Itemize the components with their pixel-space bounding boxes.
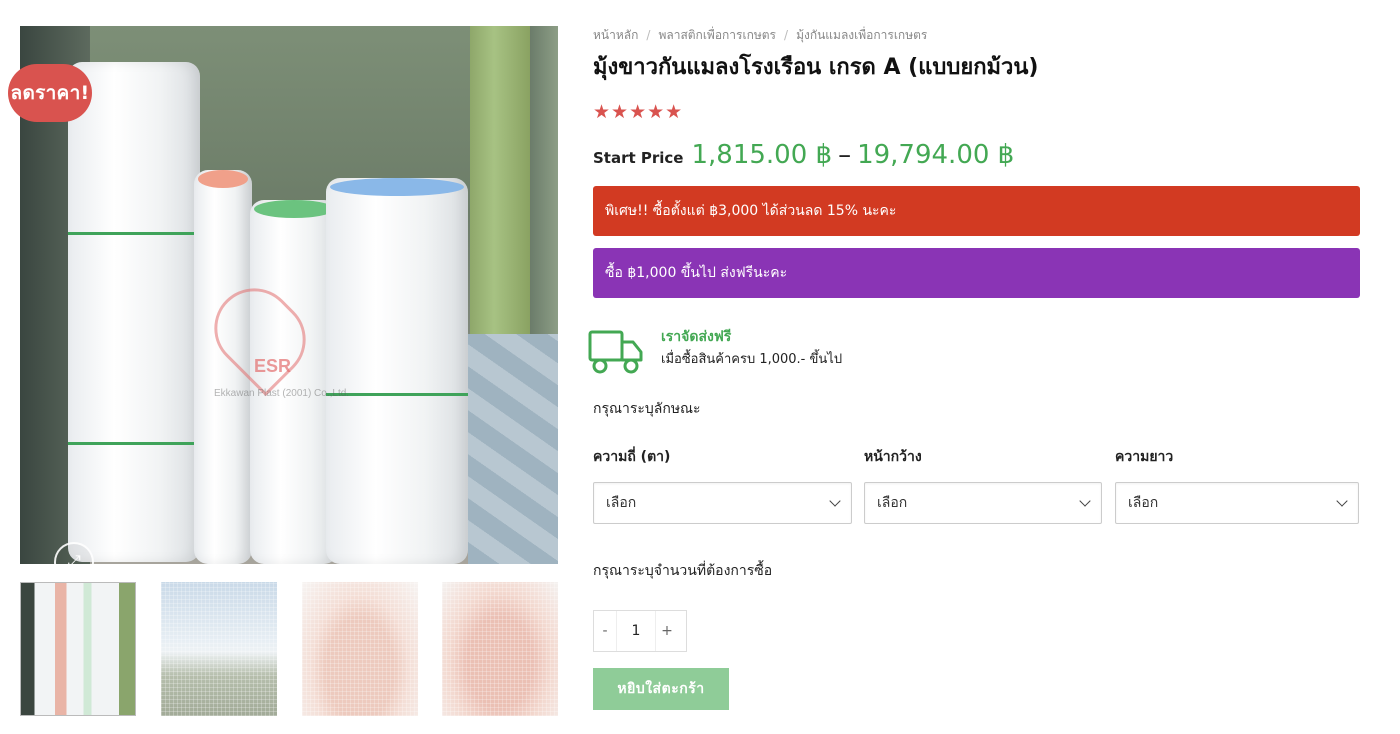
price-prefix: Start Price [593, 149, 684, 167]
quantity-stepper: - 1 + [593, 610, 687, 652]
add-to-cart-button[interactable]: หยิบใส่ตะกร้า [593, 668, 729, 710]
chevron-down-icon [1336, 495, 1348, 507]
price-max: 19,794.00 ฿ [857, 140, 1015, 170]
width-select[interactable]: เลือก [864, 482, 1102, 524]
breadcrumb-separator: / [784, 28, 789, 42]
rating-stars[interactable]: ★★★★★ [593, 102, 1360, 122]
width-label: หน้ากว้าง [864, 449, 922, 465]
breadcrumb-separator: / [646, 28, 651, 42]
quantity-minus-button[interactable]: - [594, 623, 616, 639]
breadcrumb-home[interactable]: หน้าหลัก [593, 26, 638, 45]
discount-promo-banner: พิเศษ!! ซื้อตั้งแต่ ฿3,000 ได้ส่วนลด 15%… [593, 186, 1360, 236]
roll-cap [254, 200, 334, 218]
quantity-input[interactable]: 1 [616, 611, 656, 651]
quantity-heading: กรุณาระบุจำนวนที่ต้องการซื้อ [593, 563, 773, 579]
net-texture [161, 582, 277, 716]
sale-badge: ลดราคา! [8, 64, 92, 122]
price-min: 1,815.00 ฿ [691, 140, 833, 170]
roll-tie [68, 442, 200, 445]
watermark-company: Ekkawan Plast (2001) Co.,Ltd. [214, 388, 350, 399]
thumbnail-2[interactable] [161, 582, 277, 716]
truck-icon [588, 330, 643, 374]
mesh-density-select[interactable]: เลือก [593, 482, 852, 524]
product-info: หน้าหลัก / พลาสติกเพื่อการเกษตร / มุ้งกั… [588, 26, 1360, 710]
chevron-down-icon [1079, 495, 1091, 507]
shipping-promo-banner: ซื้อ ฿1,000 ขึ้นไป ส่งฟรีนะคะ [593, 248, 1360, 298]
attributes-heading: กรุณาระบุลักษณะ [593, 401, 701, 417]
chevron-down-icon [829, 495, 841, 507]
net-roll [326, 178, 468, 564]
product-title: มุ้งขาวกันแมลงโรงเรือน เกรด A (แบบยกม้วน… [593, 55, 1039, 80]
length-value: เลือก [1128, 495, 1159, 511]
free-shipping-info: เราจัดส่งฟรี เมื่อซื้อสินค้าครบ 1,000.- … [588, 324, 993, 376]
free-shipping-subtitle: เมื่อซื้อสินค้าครบ 1,000.- ขึ้นไป [661, 352, 843, 367]
net-texture [302, 582, 418, 716]
net-texture [442, 582, 558, 716]
price-dash: – [838, 140, 852, 170]
free-shipping-title: เราจัดส่งฟรี [661, 329, 732, 345]
length-label: ความยาว [1115, 449, 1174, 465]
roll-tie [68, 232, 200, 235]
mesh-density-value: เลือก [606, 495, 637, 511]
mesh-density-label: ความถี่ (ตา) [593, 449, 671, 465]
breadcrumb-subcategory[interactable]: มุ้งกันแมลงเพื่อการเกษตร [796, 26, 927, 45]
price-range: Start Price 1,815.00 ฿ – 19,794.00 ฿ [593, 140, 1360, 176]
quantity-plus-button[interactable]: + [656, 623, 678, 639]
product-main-image[interactable]: ESR Ekkawan Plast (2001) Co.,Ltd. ⤢ [20, 26, 558, 564]
roll-cap [198, 170, 248, 188]
roll-cap [330, 178, 464, 196]
length-select[interactable]: เลือก [1115, 482, 1359, 524]
net-roll [68, 62, 200, 562]
width-value: เลือก [877, 495, 908, 511]
thumbnail-1[interactable] [20, 582, 136, 716]
image-floor-tiles [468, 334, 558, 564]
thumbnail-3[interactable] [302, 582, 418, 716]
breadcrumb-category[interactable]: พลาสติกเพื่อการเกษตร [658, 26, 776, 45]
watermark-brand: ESR [254, 356, 292, 376]
thumbnail-strip [20, 582, 558, 716]
thumbnail-4[interactable] [442, 582, 558, 716]
breadcrumb: หน้าหลัก / พลาสติกเพื่อการเกษตร / มุ้งกั… [593, 26, 1360, 44]
